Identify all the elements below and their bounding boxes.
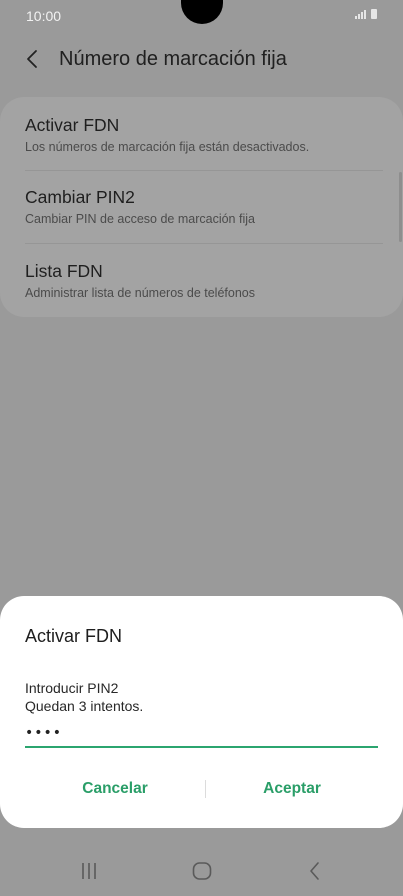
status-icons [355, 9, 377, 19]
dialog-title: Activar FDN [25, 626, 123, 646]
status-bar: 10:00 [0, 0, 403, 32]
scrollbar[interactable] [399, 172, 402, 242]
divider [25, 243, 383, 244]
navigation-bar [0, 840, 403, 896]
setting-subtitle: Administrar lista de números de teléfono… [25, 286, 255, 300]
cancel-button[interactable]: Cancelar [35, 774, 195, 804]
setting-subtitle: Los números de marcación fija están desa… [25, 140, 310, 154]
setting-title: Cambiar PIN2 [25, 187, 135, 207]
setting-title: Lista FDN [25, 261, 103, 281]
dialog-message-line2: Quedan 3 intentos. [25, 698, 144, 714]
divider [25, 170, 383, 171]
settings-card: Activar FDN Los números de marcación fij… [0, 97, 403, 317]
dialog-message-line1: Introducir PIN2 [25, 680, 119, 696]
setting-title: Activar FDN [25, 115, 120, 135]
battery-icon [371, 9, 377, 19]
button-divider [205, 780, 206, 798]
back-icon[interactable] [300, 860, 330, 882]
dialog-message: Introducir PIN2 Quedan 3 intentos. [25, 679, 143, 715]
camera-notch [181, 0, 223, 24]
accept-button[interactable]: Aceptar [212, 774, 372, 804]
setting-item-cambiar-pin2[interactable]: Cambiar PIN2 Cambiar PIN de acceso de ma… [25, 187, 383, 226]
chevron-left-icon[interactable] [20, 46, 46, 72]
pin-dialog: Activar FDN Introducir PIN2 Quedan 3 int… [0, 596, 403, 828]
setting-item-lista-fdn[interactable]: Lista FDN Administrar lista de números d… [25, 261, 383, 300]
status-time: 10:00 [26, 8, 62, 24]
pin-input[interactable] [25, 720, 378, 748]
home-icon[interactable] [187, 860, 217, 882]
setting-item-activar-fdn[interactable]: Activar FDN Los números de marcación fij… [25, 115, 383, 154]
signal-icon [355, 10, 366, 19]
setting-subtitle: Cambiar PIN de acceso de marcación fija [25, 212, 255, 226]
page-title: Número de marcación fija [59, 48, 287, 70]
app-bar: Número de marcación fija [0, 38, 403, 82]
recents-icon[interactable] [74, 860, 104, 882]
